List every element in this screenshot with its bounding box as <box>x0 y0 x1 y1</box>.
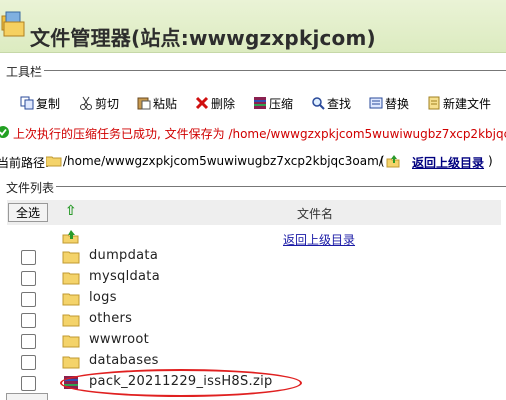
table-row[interactable]: logs <box>7 289 501 310</box>
search-icon <box>312 97 325 110</box>
table-header: 全选 ⇧ 文件名 <box>7 200 501 225</box>
row-checkbox[interactable] <box>21 313 36 328</box>
replace-button[interactable]: 替换 <box>369 94 409 112</box>
parent-row: 返回上级目录 <box>7 227 501 248</box>
table-row[interactable]: wwwroot <box>7 331 501 352</box>
cut-label: 剪切 <box>95 96 120 111</box>
file-name[interactable]: wwwroot <box>89 332 149 347</box>
highlight-circle <box>60 369 302 397</box>
file-list-legend: 文件列表 <box>4 179 57 196</box>
path-label: 当前路径: <box>0 156 50 170</box>
status-message: 上次执行的压缩任务已成功, 文件保存为 /home/wwwgzxpkjcom5w… <box>0 124 506 142</box>
toolbar-legend: 工具栏 <box>4 63 45 80</box>
new-file-button[interactable]: 新建文件 <box>427 94 491 112</box>
page-title: 文件管理器(站点:wwwgzxpkjcom) <box>30 26 376 50</box>
row-checkbox[interactable] <box>21 334 36 349</box>
table-row[interactable]: mysqldata <box>7 268 501 289</box>
table-row[interactable]: databases <box>7 352 501 373</box>
file-name[interactable]: dumpdata <box>89 248 158 263</box>
file-name[interactable]: mysqldata <box>89 269 160 284</box>
folder-icon <box>62 251 80 264</box>
row-checkbox[interactable] <box>21 271 36 286</box>
find-button[interactable]: 查找 <box>311 94 351 112</box>
row-checkbox[interactable] <box>21 292 36 307</box>
new-file-icon <box>428 96 440 110</box>
row-checkbox[interactable] <box>21 355 36 370</box>
delete-label: 删除 <box>211 96 236 111</box>
copy-button[interactable]: 复制 <box>20 94 60 112</box>
path-close-paren: ) <box>488 154 493 168</box>
new-file-label: 新建文件 <box>443 96 492 111</box>
archive-icon <box>254 97 266 109</box>
up-arrow-icon[interactable]: ⇧ <box>65 203 77 219</box>
app-header: 文件管理器(站点:wwwgzxpkjcom) <box>0 0 506 53</box>
folder-icon <box>62 335 80 348</box>
status-message-text: 上次执行的压缩任务已成功, 文件保存为 /home/wwwgzxpkjcom5w… <box>13 127 506 141</box>
replace-label: 替换 <box>385 96 410 111</box>
file-name[interactable]: databases <box>89 353 159 368</box>
success-check-icon <box>0 126 9 138</box>
row-checkbox[interactable] <box>21 250 36 265</box>
row-checkbox[interactable] <box>21 376 36 391</box>
folder-icon <box>62 314 80 327</box>
paste-label: 粘贴 <box>153 96 178 111</box>
file-name[interactable]: others <box>89 311 132 326</box>
path-value: /home/wwwgzxpkjcom5wuwiwugbz7xcp2kbjqc3o… <box>63 154 383 168</box>
replace-icon <box>369 97 383 109</box>
copy-label: 复制 <box>36 96 61 111</box>
parent-dir-icon <box>386 155 400 168</box>
select-all-button[interactable]: 全选 <box>8 203 48 222</box>
parent-dir-link[interactable]: 返回上级目录 <box>412 154 484 171</box>
cut-button[interactable]: 剪切 <box>79 94 119 112</box>
table-row[interactable]: others <box>7 310 501 331</box>
delete-button[interactable]: 删除 <box>195 94 235 112</box>
delete-icon <box>195 96 209 110</box>
scissors-icon <box>80 96 92 110</box>
paste-button[interactable]: 粘贴 <box>137 94 177 112</box>
folder-icon <box>62 293 80 306</box>
back-to-parent-link[interactable]: 返回上级目录 <box>283 231 355 248</box>
folder-icon <box>62 272 80 285</box>
file-name[interactable]: logs <box>89 290 117 305</box>
file-manager-logo-icon <box>1 11 25 37</box>
table-row[interactable]: dumpdata <box>7 247 501 268</box>
compress-label: 压缩 <box>269 96 294 111</box>
parent-dir-icon <box>62 230 79 244</box>
copy-icon <box>20 96 34 110</box>
current-path: 当前路径: /home/wwwgzxpkjcom5wuwiwugbz7xcp2k… <box>0 153 506 171</box>
find-label: 查找 <box>327 96 352 111</box>
compress-button[interactable]: 压缩 <box>253 94 293 112</box>
path-open-paren: ( <box>380 154 385 168</box>
column-filename[interactable]: 文件名 <box>297 205 333 222</box>
paste-icon <box>137 97 151 110</box>
folder-icon <box>46 156 62 167</box>
folder-icon <box>62 356 80 369</box>
